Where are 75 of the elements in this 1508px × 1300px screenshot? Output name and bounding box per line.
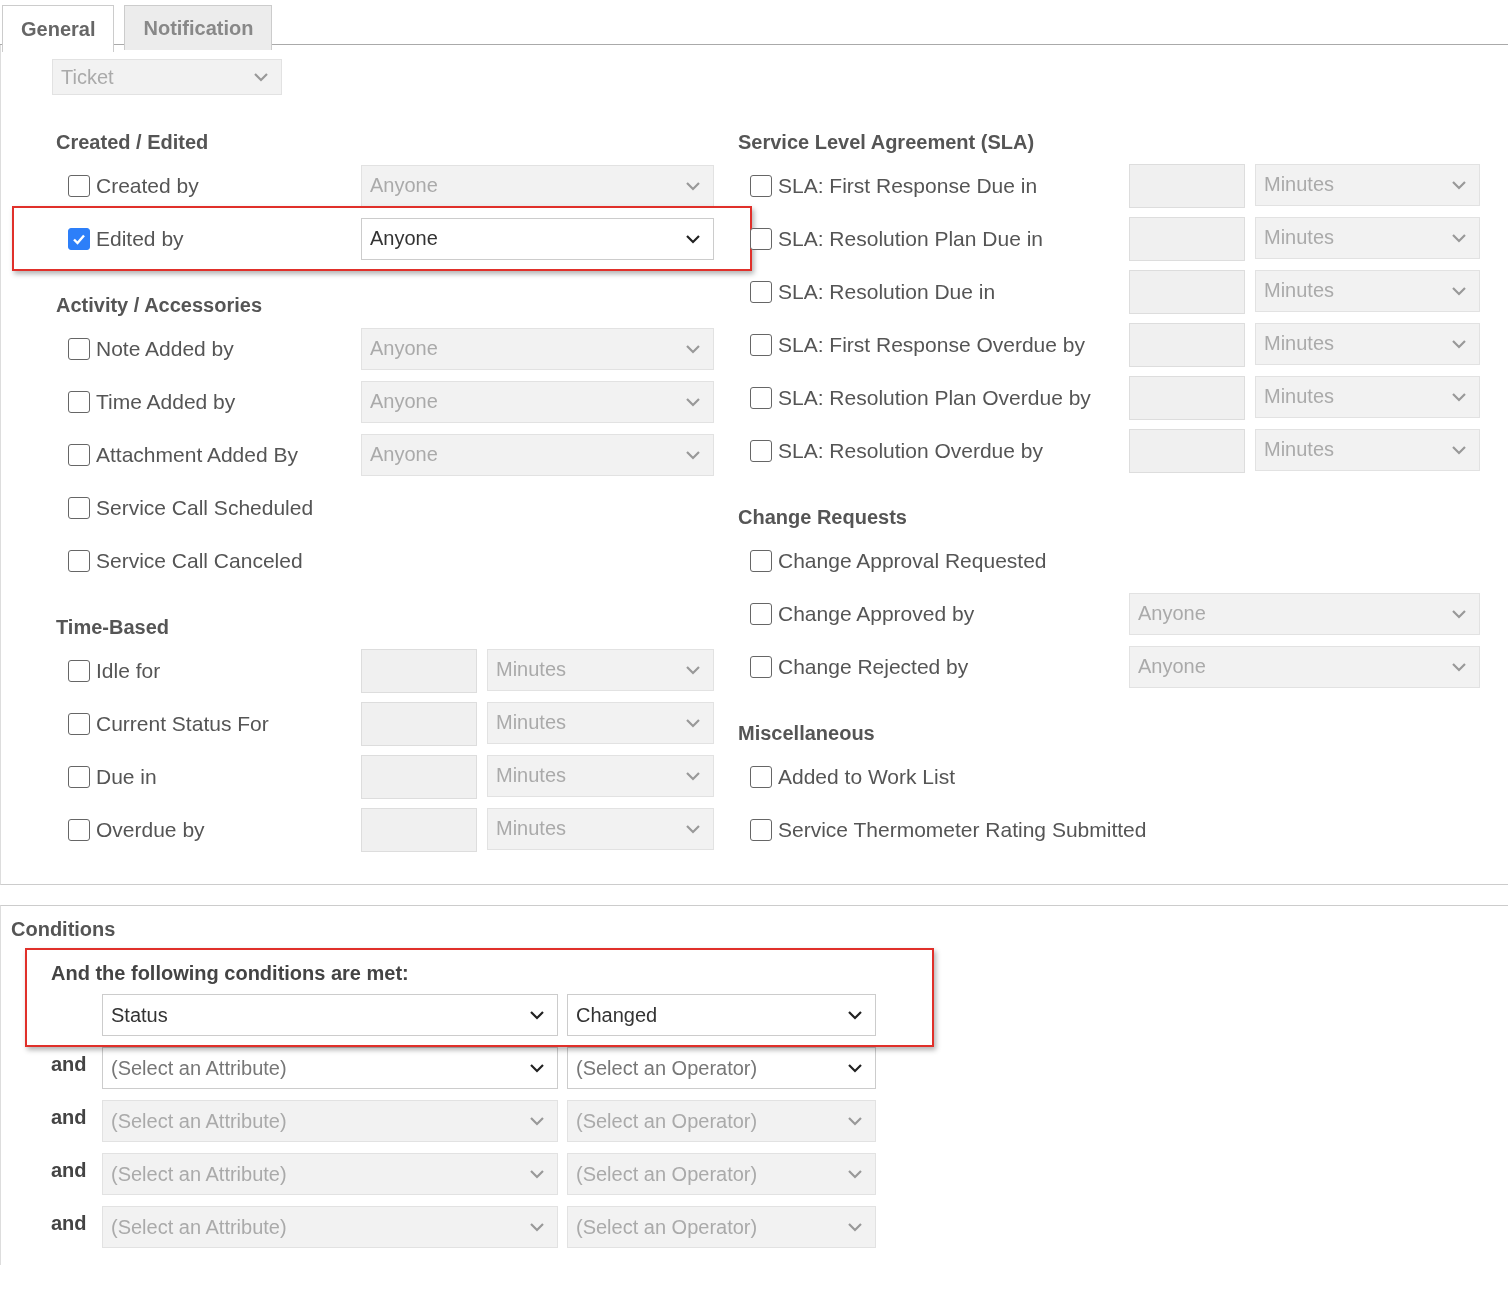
checkbox-label: Change Approval Requested	[778, 548, 1047, 573]
checkbox-label: Current Status For	[96, 711, 269, 736]
checkbox[interactable]	[750, 765, 772, 788]
checkbox-label: Created by	[96, 173, 199, 198]
dropdown[interactable]: Anyone	[361, 217, 714, 260]
checkbox-label: Note Added by	[96, 336, 234, 361]
checkbox[interactable]	[750, 818, 772, 841]
checkbox-label: SLA: First Response Due in	[778, 173, 1038, 198]
section-heading: Miscellaneous	[738, 720, 876, 746]
chevron-down-icon	[529, 1169, 545, 1179]
checkbox-label: Added to Work List	[778, 764, 956, 789]
joiner-label: and	[51, 1106, 87, 1128]
checkbox[interactable]	[68, 227, 90, 250]
tab[interactable]: Notification	[124, 5, 273, 50]
checkbox[interactable]	[68, 549, 90, 572]
checkbox-label: SLA: Resolution Plan Overdue by	[778, 385, 1091, 410]
dropdown[interactable]: (Select an Attribute)	[102, 1047, 558, 1089]
chevron-down-icon	[253, 72, 269, 82]
tab[interactable]: General	[2, 5, 115, 52]
chevron-down-icon	[1451, 391, 1467, 402]
chevron-down-icon	[847, 1116, 863, 1126]
chevron-down-icon	[847, 1063, 863, 1073]
chevron-down-icon	[685, 770, 701, 781]
checkbox-label: Attachment Added By	[96, 442, 298, 467]
chevron-down-icon	[1451, 608, 1467, 619]
checkbox-label: Change Approved by	[778, 601, 975, 626]
checkbox-label: Overdue by	[96, 817, 205, 842]
checkbox-label: Service Thermometer Rating Submitted	[778, 817, 1147, 842]
chevron-down-icon	[685, 664, 701, 675]
chevron-down-icon	[685, 180, 701, 191]
chevron-down-icon	[1451, 179, 1467, 190]
section-heading: Conditions	[11, 918, 117, 942]
joiner-label: and	[51, 1053, 87, 1075]
joiner-label: and	[51, 1159, 87, 1181]
checkbox-label: SLA: Resolution Due in	[778, 279, 996, 304]
chevron-down-icon	[685, 823, 701, 834]
chevron-down-icon	[1451, 338, 1467, 349]
checkbox-label: Service Call Canceled	[96, 548, 303, 573]
checkbox-label: Change Rejected by	[778, 654, 969, 679]
section-heading: Change Requests	[738, 504, 908, 530]
chevron-down-icon	[847, 1222, 863, 1232]
checkbox-label: Idle for	[96, 658, 161, 683]
chevron-down-icon	[529, 1116, 545, 1126]
chevron-down-icon	[685, 343, 701, 354]
chevron-down-icon	[529, 1063, 545, 1073]
chevron-down-icon	[847, 1169, 863, 1179]
chevron-down-icon	[1451, 444, 1467, 455]
section-heading: Time-Based	[56, 614, 170, 640]
dropdown[interactable]: Changed	[567, 994, 876, 1036]
checkbox-label: Edited by	[96, 226, 184, 251]
section-heading: Activity / Accessories	[56, 292, 264, 318]
chevron-down-icon	[1451, 285, 1467, 296]
section-heading: Created / Edited	[56, 129, 210, 155]
checkbox-label: SLA: Resolution Plan Due in	[778, 226, 1043, 251]
conditions-intro: And the following conditions are met:	[51, 962, 410, 986]
checkbox-label: SLA: Resolution Overdue by	[778, 438, 1043, 463]
chevron-down-icon	[685, 396, 701, 407]
chevron-down-icon	[529, 1010, 545, 1020]
chevron-down-icon	[685, 717, 701, 728]
checkbox-label: Time Added by	[96, 389, 236, 414]
chevron-down-icon	[685, 233, 701, 244]
dropdown[interactable]: Status	[102, 994, 558, 1036]
checkbox-label: Due in	[96, 764, 157, 789]
checkbox[interactable]	[68, 496, 90, 519]
checkbox-label: SLA: First Response Overdue by	[778, 332, 1085, 357]
chevron-down-icon	[685, 449, 701, 460]
checkbox-label: Service Call Scheduled	[96, 495, 314, 520]
checkbox[interactable]	[750, 549, 772, 572]
chevron-down-icon	[1451, 232, 1467, 243]
chevron-down-icon	[1451, 661, 1467, 672]
joiner-label: and	[51, 1212, 87, 1234]
dropdown[interactable]: (Select an Operator)	[567, 1047, 876, 1089]
section-heading: Service Level Agreement (SLA)	[738, 129, 1036, 155]
chevron-down-icon	[529, 1222, 545, 1232]
chevron-down-icon	[847, 1010, 863, 1020]
